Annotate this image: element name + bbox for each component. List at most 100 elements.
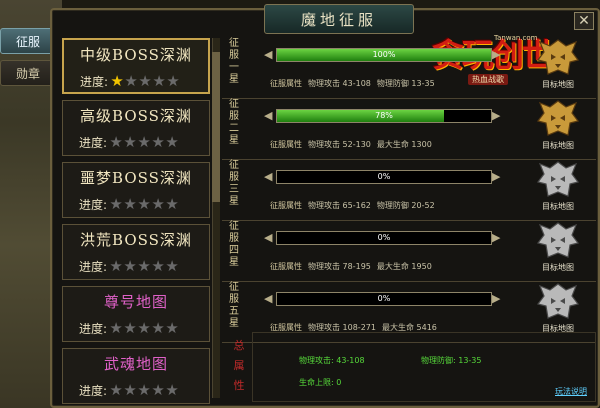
arrow-right-icon: ▶ bbox=[492, 109, 501, 122]
map-name: 中级BOSS深渊 bbox=[80, 46, 192, 64]
star-icon: ★ bbox=[137, 257, 151, 275]
total-hp: 生命上限: 0 bbox=[299, 378, 342, 387]
target-map-button[interactable]: 目标地图 bbox=[530, 221, 586, 279]
map-card[interactable]: 中级BOSS深渊 进度: ★ ★ ★ ★ ★ bbox=[62, 38, 210, 94]
attr-value: 物理攻击 78-195 bbox=[308, 262, 371, 271]
star-icon: ★ bbox=[151, 195, 165, 213]
progress-bar: ◀ 0% ▶ bbox=[264, 170, 504, 184]
total-attack: 物理攻击: 43-108 bbox=[299, 356, 365, 365]
attr-value: 最大生命 1950 bbox=[376, 262, 432, 271]
star-icon: ★ bbox=[123, 319, 137, 337]
helmet-icon bbox=[536, 39, 580, 75]
target-map-button[interactable]: 目标地图 bbox=[530, 38, 586, 96]
star-icon: ★ bbox=[165, 133, 179, 151]
star-rating: ★ ★ ★ ★ ★ bbox=[109, 383, 179, 398]
star-icon: ★ bbox=[137, 381, 151, 399]
helmet-icon bbox=[536, 222, 580, 258]
arrow-left-icon: ◀ bbox=[264, 231, 273, 244]
progress-label: 进度: bbox=[79, 136, 108, 150]
map-card[interactable]: 洪荒BOSS深渊进度: ★ ★ ★ ★ ★ bbox=[62, 224, 210, 280]
attr-key: 征服属性 bbox=[270, 262, 302, 271]
stage-label: 征服四星 bbox=[229, 221, 239, 268]
stage-attributes: 征服属性 物理攻击 43-108 物理防御 13-35 bbox=[270, 78, 441, 89]
target-map-label: 目标地图 bbox=[542, 263, 574, 272]
conquest-window: 魔地征服 ✕ 贪玩创世 Tanwan.com 热血战歌 中级BOSS深渊 进度: ★… bbox=[50, 4, 600, 408]
helmet-icon bbox=[536, 283, 580, 319]
star-icon: ★ bbox=[165, 381, 179, 399]
progress-bar: ◀ 100% ▶ bbox=[264, 48, 504, 62]
attr-key: 征服属性 bbox=[270, 79, 302, 88]
stage-attributes: 征服属性 物理攻击 52-130 最大生命 1300 bbox=[270, 139, 438, 150]
star-icon: ★ bbox=[109, 257, 123, 275]
arrow-right-icon: ▶ bbox=[492, 231, 501, 244]
target-map-label: 目标地图 bbox=[542, 202, 574, 211]
star-icon: ★ bbox=[124, 72, 138, 90]
progress-label: 进度: bbox=[79, 260, 108, 274]
stage-row: 征服一星 ◀ 100% ▶ 征服属性 物理攻击 43-108 物理防御 13-35 目标地图 bbox=[222, 38, 596, 99]
star-icon: ★ bbox=[151, 257, 165, 275]
map-name: 洪荒BOSS深渊 bbox=[80, 231, 192, 249]
map-progress: 进度: ★ ★ ★ ★ ★ bbox=[79, 196, 179, 213]
star-rating: ★ ★ ★ ★ ★ bbox=[109, 135, 179, 150]
map-progress: 进度: ★ ★ ★ ★ ★ bbox=[80, 73, 180, 90]
arrow-left-icon: ◀ bbox=[264, 292, 273, 305]
window-title: 魔地征服 bbox=[300, 10, 377, 29]
map-progress: 进度: ★ ★ ★ ★ ★ bbox=[79, 134, 179, 151]
map-card[interactable]: 高级BOSS深渊 进度: ★ ★ ★ ★ ★ bbox=[62, 100, 210, 156]
star-icon: ★ bbox=[123, 195, 137, 213]
progress-track: 78% bbox=[276, 109, 492, 123]
target-map-button[interactable]: 目标地图 bbox=[530, 99, 586, 157]
star-icon: ★ bbox=[165, 257, 179, 275]
attr-value: 物理防御 13-35 bbox=[376, 79, 435, 88]
star-icon: ★ bbox=[110, 72, 124, 90]
progress-text: 0% bbox=[377, 294, 391, 303]
map-card[interactable]: 尊号地图 进度: ★ ★ ★ ★ ★ bbox=[62, 286, 210, 342]
map-card[interactable]: 武魂地图进度: ★ ★ ★ ★ ★ bbox=[62, 348, 210, 404]
close-button[interactable]: ✕ bbox=[574, 12, 594, 30]
side-tab-medal[interactable]: 勋章 bbox=[0, 60, 56, 86]
stage-row: 征服四星 ◀ 0% ▶ 征服属性 物理攻击 78-195 最大生命 1950 目标地图 bbox=[222, 221, 596, 282]
star-icon: ★ bbox=[137, 195, 151, 213]
progress-bar: ◀ 0% ▶ bbox=[264, 292, 504, 306]
arrow-left-icon: ◀ bbox=[264, 48, 273, 61]
side-tab-conquest[interactable]: 征服 bbox=[0, 28, 56, 54]
progress-track: 0% bbox=[276, 170, 492, 184]
attr-value: 最大生命 1300 bbox=[376, 140, 432, 149]
stage-row: 征服三星 ◀ 0% ▶ 征服属性 物理攻击 65-162 物理防御 20-52 目标地图 bbox=[222, 160, 596, 221]
star-rating: ★ ★ ★ ★ ★ bbox=[109, 259, 179, 274]
progress-text: 100% bbox=[372, 50, 396, 59]
list-scrollbar-thumb[interactable] bbox=[212, 52, 220, 202]
arrow-left-icon: ◀ bbox=[264, 109, 273, 122]
stage-attributes: 征服属性 物理攻击 65-162 物理防御 20-52 bbox=[270, 200, 441, 211]
star-icon: ★ bbox=[152, 72, 166, 90]
progress-label: 进度: bbox=[79, 322, 108, 336]
arrow-right-icon: ▶ bbox=[492, 170, 501, 183]
map-progress: 进度: ★ ★ ★ ★ ★ bbox=[79, 382, 179, 399]
star-icon: ★ bbox=[109, 319, 123, 337]
star-icon: ★ bbox=[123, 133, 137, 151]
star-icon: ★ bbox=[109, 133, 123, 151]
arrow-right-icon: ▶ bbox=[492, 48, 501, 61]
target-map-button[interactable]: 目标地图 bbox=[530, 160, 586, 218]
star-icon: ★ bbox=[151, 133, 165, 151]
star-rating: ★ ★ ★ ★ ★ bbox=[110, 74, 180, 89]
map-card[interactable]: 噩梦BOSS深渊 进度: ★ ★ ★ ★ ★ bbox=[62, 162, 210, 218]
attr-value: 最大生命 5416 bbox=[381, 323, 437, 332]
map-name: 武魂地图 bbox=[103, 355, 168, 373]
progress-text: 0% bbox=[377, 172, 391, 181]
star-rating: ★ ★ ★ ★ ★ bbox=[109, 197, 179, 212]
progress-track: 100% bbox=[276, 48, 492, 62]
attr-value: 物理攻击 52-130 bbox=[308, 140, 371, 149]
attr-value: 物理攻击 43-108 bbox=[308, 79, 371, 88]
attr-key: 征服属性 bbox=[270, 140, 302, 149]
attr-value: 物理攻击 65-162 bbox=[308, 201, 371, 210]
map-list: 中级BOSS深渊 进度: ★ ★ ★ ★ ★ 高级BOSS深渊 进度: ★ ★ ★ ★ ★ 噩梦BOSS深渊… bbox=[62, 38, 212, 404]
progress-track: 0% bbox=[276, 292, 492, 306]
star-icon: ★ bbox=[137, 133, 151, 151]
progress-label: 进度: bbox=[79, 384, 108, 398]
help-link[interactable]: 玩法说明 bbox=[555, 386, 587, 397]
progress-bar: ◀ 0% ▶ bbox=[264, 231, 504, 245]
progress-label: 进度: bbox=[80, 75, 109, 89]
arrow-left-icon: ◀ bbox=[264, 170, 273, 183]
star-icon: ★ bbox=[123, 381, 137, 399]
